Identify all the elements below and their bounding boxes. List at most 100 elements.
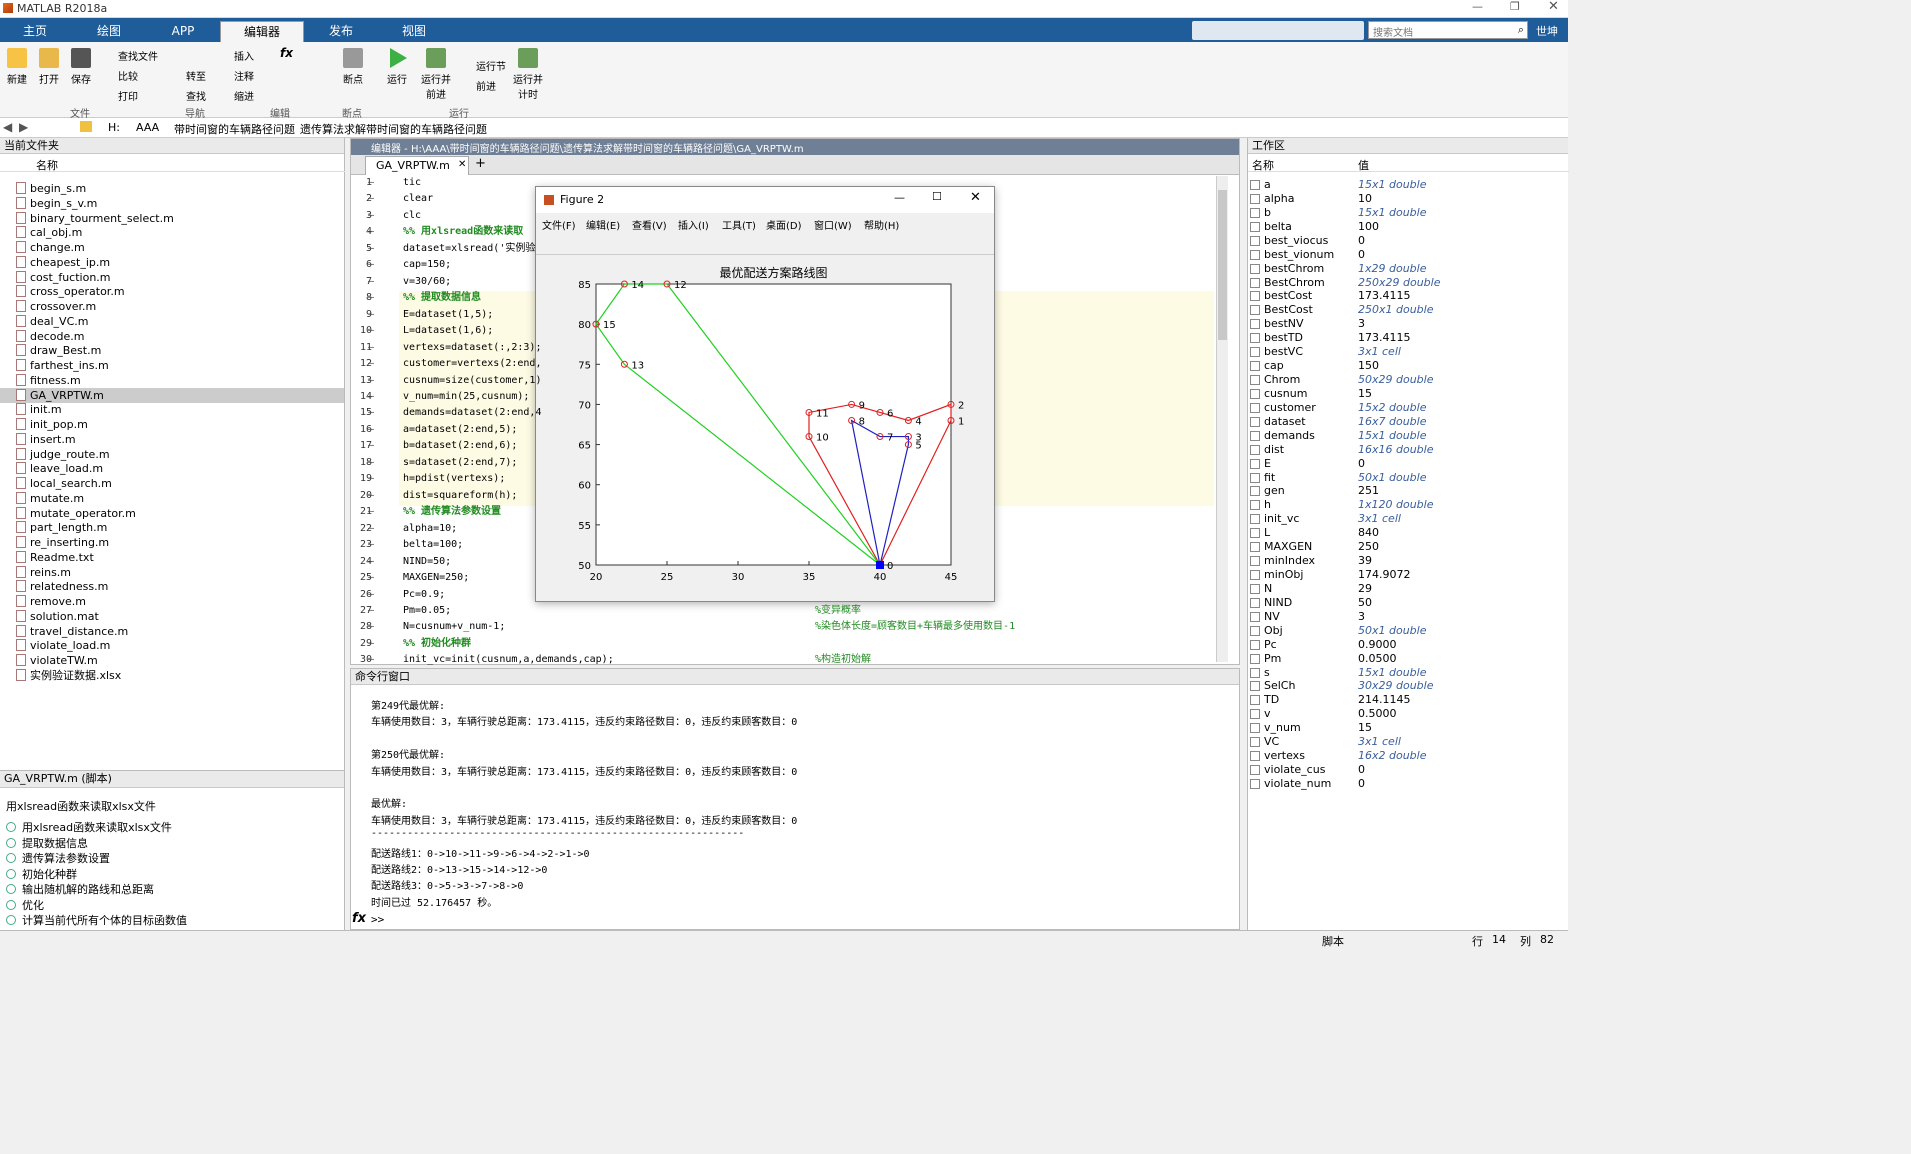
workspace-var[interactable]: L 840 — [1250, 526, 1565, 540]
figure-minimize-icon[interactable]: — — [894, 191, 905, 204]
indent-button[interactable]: 缩进 — [234, 88, 254, 103]
code-line[interactable]: 25— MAXGEN=250; — [0, 570, 469, 587]
editor-tab-ga-vrptw[interactable]: GA_VRPTW.m ✕ — [365, 156, 469, 175]
breadcrumb-0[interactable]: H: — [108, 121, 120, 134]
breadcrumb-3[interactable]: 遗传算法求解带时间窗的车辆路径问题 — [300, 121, 487, 137]
code-line[interactable]: 30— init_vc=init(cusnum,a,demands,cap); %构… — [0, 652, 871, 669]
section-item[interactable]: 遗传算法参数设置 — [6, 850, 110, 866]
code-line[interactable]: 2— clear — [0, 191, 433, 208]
figure-menu-item[interactable]: 工具(T) — [722, 217, 756, 232]
file-item[interactable]: violateTW.m — [16, 653, 98, 668]
code-line[interactable]: 5— dataset=xlsread('实例验 — [0, 241, 535, 258]
workspace-var[interactable]: BestCost 250x1 double — [1250, 303, 1565, 317]
workspace-var[interactable]: alpha 10 — [1250, 192, 1565, 206]
code-line[interactable]: 11— vertexs=dataset(:,2:3); — [0, 340, 542, 357]
code-line[interactable]: 29—%% 初始化种群 — [0, 636, 471, 653]
figure-menu-item[interactable]: 窗口(W) — [814, 217, 852, 232]
workspace-var[interactable]: a 15x1 double — [1250, 178, 1565, 192]
workspace-var[interactable]: best_viocus 0 — [1250, 234, 1565, 248]
workspace-var[interactable]: bestNV 3 — [1250, 317, 1565, 331]
workspace-var[interactable]: E0 — [1250, 457, 1565, 471]
close-tab-icon[interactable]: ✕ — [458, 159, 466, 170]
file-item[interactable]: part_length.m — [16, 520, 107, 535]
code-line[interactable]: 10— L=dataset(1,6); — [0, 323, 493, 340]
new-button[interactable]: 新建 — [4, 48, 30, 86]
tab-view[interactable]: 视图 — [378, 21, 450, 42]
code-line[interactable]: 24— NIND=50; — [0, 554, 451, 571]
close-icon[interactable]: ✕ — [1548, 0, 1559, 14]
tab-home[interactable]: 主页 — [0, 21, 70, 42]
figure-menu-item[interactable]: 编辑(E) — [586, 217, 620, 232]
file-item[interactable]: init.m — [16, 402, 62, 417]
workspace-var[interactable]: v_num 15 — [1250, 721, 1565, 735]
file-item[interactable]: violate_load.m — [16, 638, 110, 653]
workspace-var[interactable]: VC 3x1 cell — [1250, 735, 1565, 749]
file-item[interactable]: fitness.m — [16, 373, 81, 388]
workspace-var[interactable]: BestChrom 250x29 double — [1250, 276, 1565, 290]
workspace-var[interactable]: bestCost 173.4115 — [1250, 289, 1565, 303]
find-button[interactable]: 查找 — [170, 88, 206, 103]
code-line[interactable]: 3— clc — [0, 208, 421, 225]
workspace-var[interactable]: Pc 0.9000 — [1250, 638, 1565, 652]
workspace-var[interactable]: SelCh 30x29 double — [1250, 679, 1565, 693]
code-line[interactable]: 6— cap=150; — [0, 257, 451, 274]
section-item[interactable]: 提取数据信息 — [6, 835, 88, 851]
run-button[interactable]: 运行 — [384, 48, 410, 86]
code-line[interactable]: 12— customer=vertexs(2:end, — [0, 356, 542, 373]
workspace-var[interactable]: Obj 50x1 double — [1250, 624, 1565, 638]
workspace-var[interactable]: belta 100 — [1250, 220, 1565, 234]
save-button[interactable]: 保存 — [68, 48, 94, 86]
tab-plots[interactable]: 绘图 — [72, 21, 146, 42]
file-item[interactable]: re_inserting.m — [16, 535, 109, 550]
file-item[interactable]: mutate_operator.m — [16, 506, 136, 521]
figure-maximize-icon[interactable]: ☐ — [932, 190, 942, 203]
figure-menu-item[interactable]: 文件(F) — [542, 217, 576, 232]
workspace-var[interactable]: customer 15x2 double — [1250, 401, 1565, 415]
workspace-var[interactable]: dataset 16x7 double — [1250, 415, 1565, 429]
figure-menu-item[interactable]: 帮助(H) — [864, 217, 899, 232]
back-icon[interactable]: ◀ — [3, 120, 12, 134]
workspace-var[interactable]: TD 214.1145 — [1250, 693, 1565, 707]
code-line[interactable]: 4—%% 用xlsread函数来读取 — [0, 224, 523, 241]
new-tab-button[interactable]: + — [475, 156, 486, 171]
tab-apps[interactable]: APP — [148, 21, 218, 42]
figure-close-icon[interactable]: ✕ — [970, 190, 981, 205]
fx-icon[interactable]: fx — [352, 911, 366, 926]
section-item[interactable]: 优化 — [6, 897, 44, 913]
code-line[interactable]: 28— N=cusnum+v_num-1; %染色体长度=顾客数目+车辆最多使用数目… — [0, 619, 1015, 636]
workspace-var[interactable]: fit 50x1 double — [1250, 471, 1565, 485]
workspace-var[interactable]: N 29 — [1250, 582, 1565, 596]
goto-button[interactable]: 转至 — [170, 68, 206, 83]
code-line[interactable]: 26— Pc=0.9; — [0, 587, 445, 604]
workspace-var[interactable]: v 0.5000 — [1250, 707, 1565, 721]
file-item[interactable]: init_pop.m — [16, 417, 88, 432]
file-item[interactable]: travel_distance.m — [16, 624, 128, 639]
file-item[interactable]: cheapest_ip.m — [16, 255, 110, 270]
workspace-var[interactable]: bestChrom 1x29 double — [1250, 262, 1565, 276]
file-item[interactable]: begin_s_v.m — [16, 196, 97, 211]
run-section-button[interactable]: 运行节 — [462, 58, 506, 73]
breadcrumb-2[interactable]: 带时间窗的车辆路径问题 — [174, 121, 295, 137]
compare-button[interactable]: 比较 — [104, 68, 138, 83]
code-line[interactable]: 7— v=30/60; — [0, 274, 451, 291]
file-item[interactable]: crossover.m — [16, 299, 96, 314]
insert-button[interactable]: 插入 — [234, 48, 254, 63]
workspace-var[interactable]: NIND 50 — [1250, 596, 1565, 610]
address-bar[interactable]: ◀ ▶ H: AAA 带时间窗的车辆路径问题 遗传算法求解带时间窗的车辆路径问题 — [0, 118, 1568, 138]
user-name[interactable]: 世坤 — [1536, 23, 1558, 39]
file-item[interactable]: draw_Best.m — [16, 343, 101, 358]
workspace-var[interactable]: Chrom 50x29 double — [1250, 373, 1565, 387]
name-column-header[interactable]: 名称 — [0, 156, 345, 172]
workspace-var[interactable]: cusnum 15 — [1250, 387, 1565, 401]
workspace-var[interactable]: bestVC 3x1 cell — [1250, 345, 1565, 359]
run-advance-button[interactable]: 运行并 前进 — [420, 48, 452, 101]
editor-scrollbar[interactable] — [1216, 176, 1228, 662]
section-item[interactable]: 用xlsread函数来读取xlsx文件 — [6, 819, 172, 835]
file-item[interactable]: decode.m — [16, 329, 85, 344]
file-item[interactable]: binary_tourment_select.m — [16, 211, 174, 226]
tab-publish[interactable]: 发布 — [306, 21, 376, 42]
figure-menu-item[interactable]: 桌面(D) — [766, 217, 802, 232]
code-line[interactable]: 19— h=pdist(vertexs); — [0, 471, 505, 488]
file-item[interactable]: GA_VRPTW.m — [0, 387, 344, 403]
file-item[interactable]: leave_load.m — [16, 461, 103, 476]
